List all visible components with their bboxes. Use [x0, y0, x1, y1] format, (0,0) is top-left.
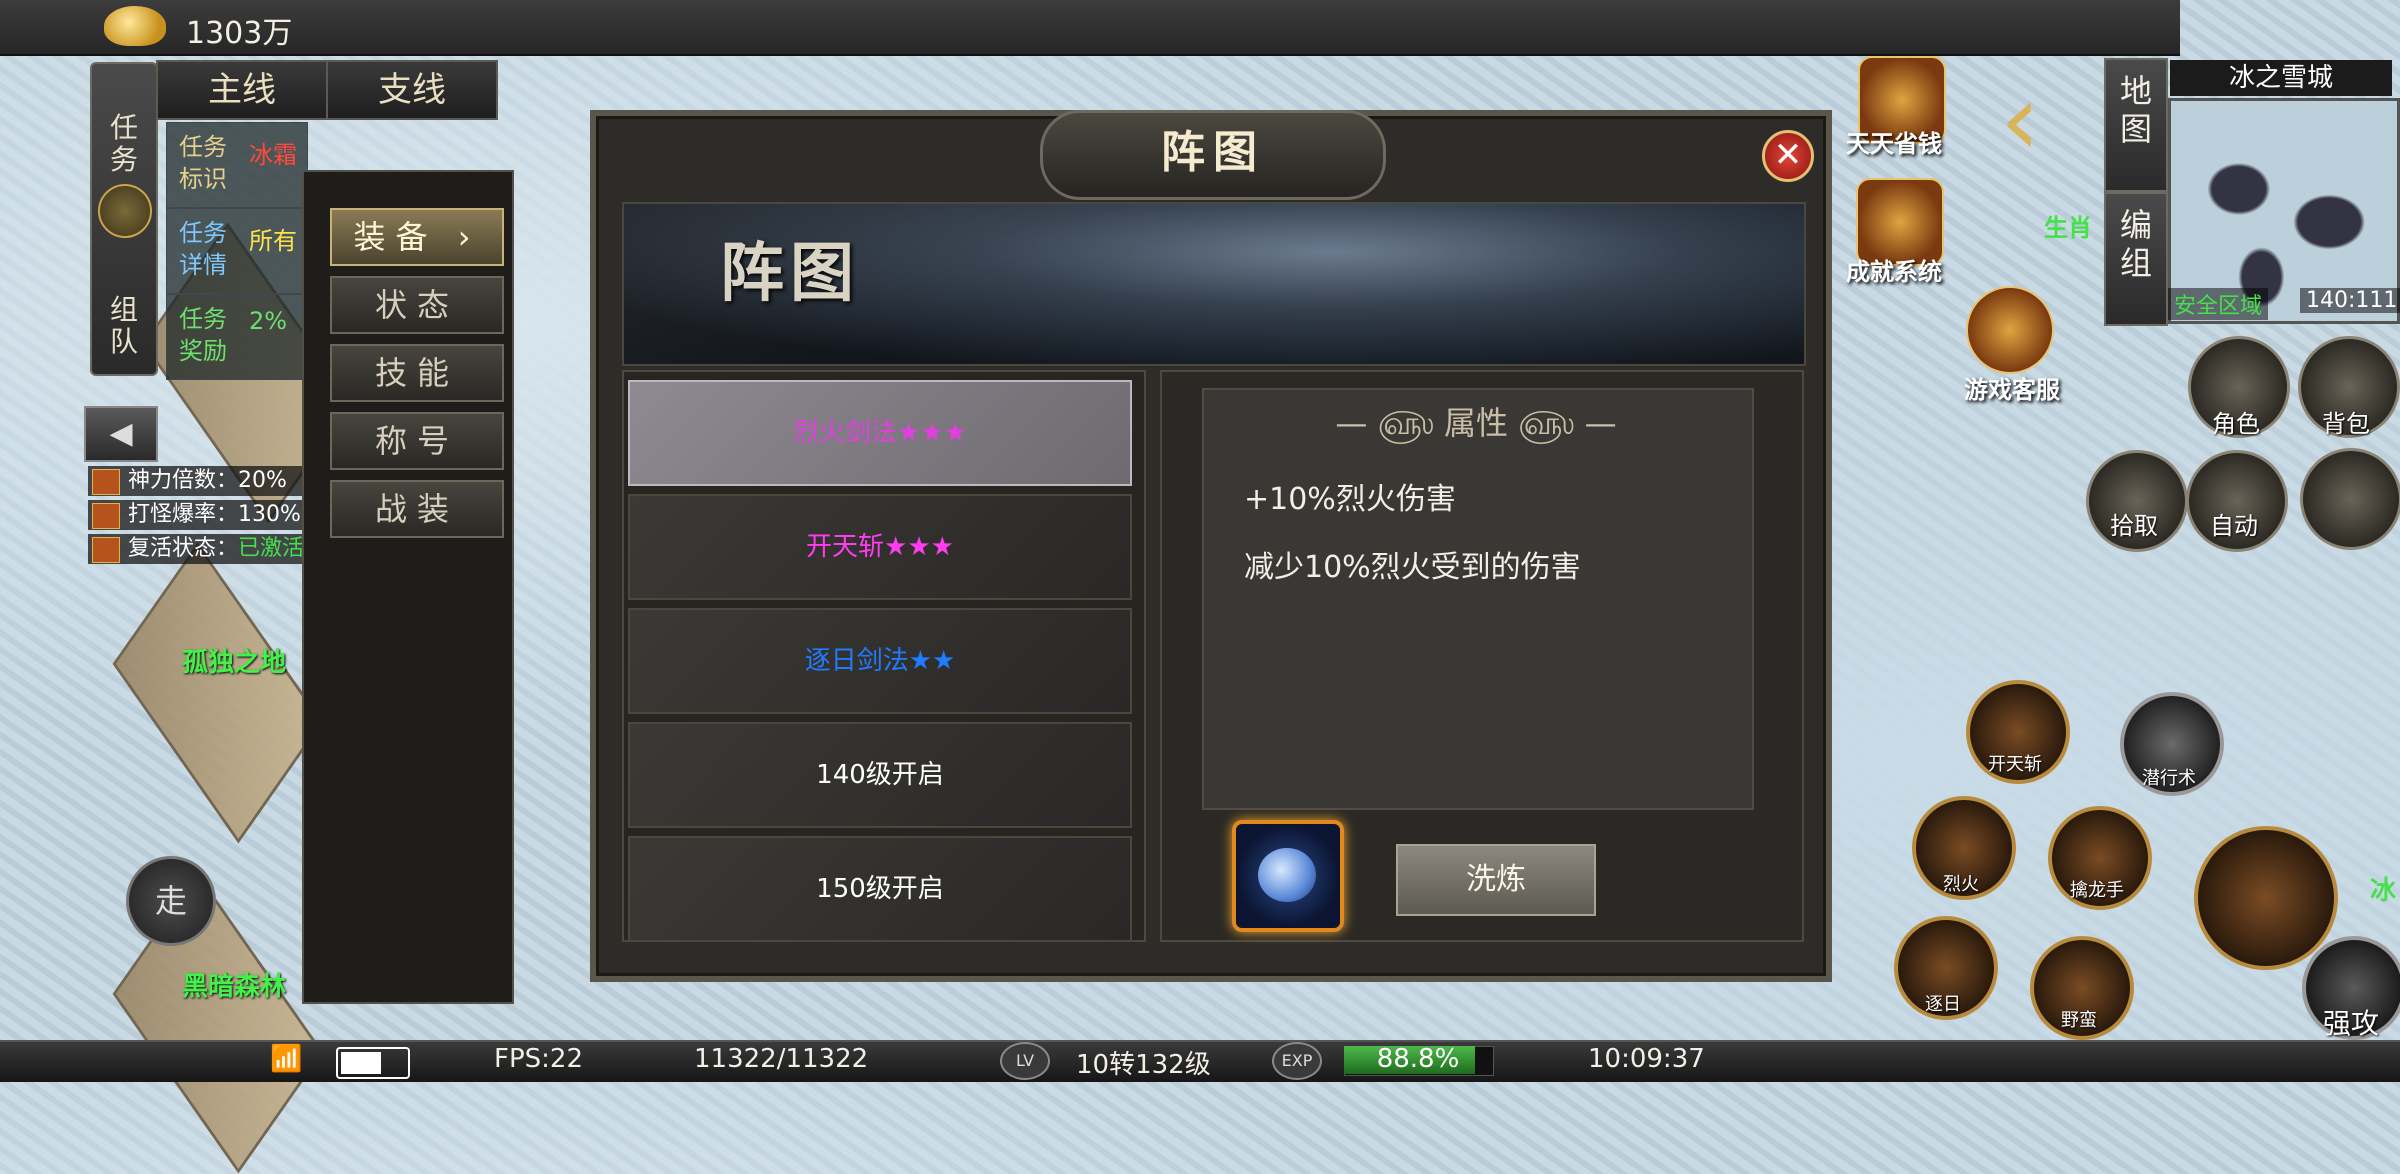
gold-ingot-icon [104, 6, 166, 46]
hp-readout: 11322/11322 [694, 1044, 869, 1074]
menu-battle-gear[interactable]: 战装 [330, 480, 504, 538]
formation-item[interactable]: 烈火剑法★★★ [628, 380, 1132, 486]
walk-button[interactable]: 走 [126, 856, 216, 946]
skill-label: 强攻 [2322, 1007, 2379, 1040]
formation-label: 140级开启 [816, 760, 944, 790]
banner-title: 阵图 [720, 237, 860, 311]
achievement-label: 成就系统 [1846, 258, 1942, 286]
menu-titles[interactable]: 称号 [330, 412, 504, 470]
skill-label: 逐日 [1925, 994, 1961, 1015]
close-button[interactable]: ✕ [1762, 130, 1814, 182]
level-badge-icon: LV [1000, 1042, 1050, 1080]
task-toggle[interactable]: 任务 [104, 112, 144, 176]
task-row-value: 2% [249, 307, 288, 335]
task-row-label: 任务奖励 [179, 305, 227, 365]
formation-item[interactable]: 逐日剑法★★ [628, 608, 1132, 714]
attribute-title: — ௵ 属性 ௵ — [1335, 404, 1617, 442]
task-team-column: 任务 组队 [90, 62, 158, 376]
attack-sword-icon[interactable] [2194, 826, 2338, 970]
exp-badge-icon: EXP [1272, 1042, 1322, 1080]
fps-readout: FPS:22 [494, 1044, 583, 1074]
gold-amount: 1303万 [186, 16, 293, 51]
skill-label: 开天斩 [1988, 754, 2042, 775]
wifi-icon: 📶 [270, 1044, 303, 1074]
task-row-value: 所有 [249, 227, 297, 255]
bag-label: 背包 [2322, 410, 2370, 438]
attribute-line: 减少10%烈火受到的伤害 [1244, 550, 1581, 585]
buff-icon [92, 469, 120, 495]
formation-item-locked[interactable]: 150级开启 [628, 836, 1132, 942]
task-row[interactable]: 任务详情 所有 [166, 208, 308, 294]
role-label: 角色 [2212, 410, 2260, 438]
attribute-box [1202, 388, 1754, 810]
top-resource-bar: 1303万 [0, 0, 2180, 56]
ice-label: 冰 [2370, 876, 2397, 906]
map-coordinates: 140:111 [2300, 288, 2400, 313]
collapse-arrow-button[interactable]: ◀ [84, 406, 158, 462]
formation-label: 150级开启 [816, 874, 944, 904]
formation-gem-icon[interactable] [1232, 820, 1344, 932]
area-label-lonely: 孤独之地 [182, 648, 287, 678]
team-toggle[interactable]: 组队 [104, 294, 144, 358]
safe-zone-label: 安全区域 [2168, 288, 2269, 320]
menu-equipment[interactable]: 装备 › [330, 208, 504, 266]
map-platform [112, 542, 324, 844]
save-money-label: 天天省钱 [1846, 130, 1942, 158]
dialog-title: 阵图 [1040, 110, 1386, 200]
menu-diamond-icon[interactable] [2300, 448, 2400, 550]
gem-glyph-icon [1258, 848, 1316, 902]
formation-item-locked[interactable]: 140级开启 [628, 722, 1132, 828]
formation-label: 烈火剑法★★★ [793, 418, 967, 448]
task-row[interactable]: 任务标识 冰霜 [166, 122, 308, 208]
zodiac-label: 生肖 [2044, 214, 2092, 242]
map-button[interactable]: 地图 [2104, 58, 2168, 192]
tab-main-quest[interactable]: 主线 [156, 60, 328, 120]
task-row-value: 冰霜 [249, 141, 297, 169]
refresh-icon[interactable] [98, 184, 152, 238]
skill-label: 擒龙手 [2070, 880, 2124, 901]
refine-button[interactable]: 洗炼 [1396, 844, 1596, 916]
formation-item[interactable]: 开天斩★★★ [628, 494, 1132, 600]
skill-label: 野蛮 [2061, 1010, 2097, 1031]
formation-label: 开天斩★★★ [806, 532, 954, 562]
map-name: 冰之雪城 [2170, 60, 2392, 96]
task-row-label: 任务标识 [179, 133, 227, 193]
exp-percent: 88.8% [1376, 1044, 1460, 1074]
skill-label: 潜行术 [2142, 768, 2196, 789]
attribute-line: +10%烈火伤害 [1244, 482, 1456, 517]
service-book-icon[interactable] [1966, 286, 2054, 374]
task-row[interactable]: 任务奖励 2% [166, 294, 308, 380]
skill-label: 烈火 [1943, 874, 1979, 895]
auto-label: 自动 [2210, 512, 2258, 540]
menu-status[interactable]: 状态 [330, 276, 504, 334]
formation-label: 逐日剑法★★ [804, 646, 956, 676]
clock: 10:09:37 [1588, 1044, 1705, 1074]
battery-icon [336, 1047, 410, 1079]
buff-icon [92, 503, 120, 529]
menu-skills[interactable]: 技能 [330, 344, 504, 402]
group-button[interactable]: 编组 [2104, 192, 2168, 326]
level-readout: 10转132级 [1076, 1050, 1211, 1080]
task-row-label: 任务详情 [179, 219, 227, 279]
tab-side-quest[interactable]: 支线 [326, 60, 498, 120]
buff-icon [92, 537, 120, 563]
service-label: 游戏客服 [1964, 376, 2060, 404]
area-label-dark-forest: 黑暗森林 [182, 972, 287, 1002]
collapse-left-icon[interactable]: ‹ [2000, 70, 2060, 170]
